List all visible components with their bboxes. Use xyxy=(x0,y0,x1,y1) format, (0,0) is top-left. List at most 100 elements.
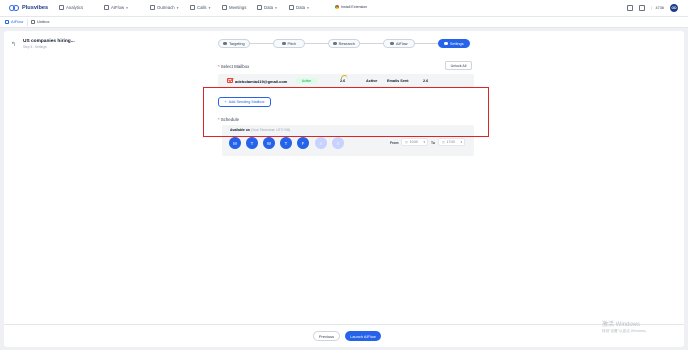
step-label: Research xyxy=(338,41,355,46)
tab-label: AIFlow xyxy=(11,19,24,24)
mailbox-state: Active xyxy=(366,78,378,83)
chevron-down-icon: ▾ xyxy=(275,5,277,10)
chevron-down-icon: ▾ xyxy=(126,5,128,10)
step-label: Targeting xyxy=(228,41,245,46)
mailbox-email: adebolamia419@gmail.com xyxy=(235,78,288,84)
step-research[interactable]: Research xyxy=(328,39,360,48)
step-targeting[interactable]: Targeting xyxy=(218,39,250,48)
day-toggle-tue[interactable]: T xyxy=(246,137,258,149)
mailbox-score: 2.6 xyxy=(340,78,346,83)
nav-analytics[interactable]: Analytics xyxy=(59,5,83,10)
nav-label: Analytics xyxy=(66,5,84,10)
logo-icon xyxy=(9,4,20,11)
nav-label: Calls xyxy=(197,5,207,10)
nav-label: Data xyxy=(264,5,274,10)
day-toggle-fri[interactable]: F xyxy=(297,137,309,149)
nav-aiflow[interactable]: AIFlow ▾ xyxy=(104,5,128,10)
chevron-down-icon: ▾ xyxy=(307,5,309,10)
chart-icon xyxy=(59,5,64,10)
right-nav: 4736 OD xyxy=(626,4,678,12)
day-toggle-mon[interactable]: M xyxy=(229,137,241,149)
to-label: To xyxy=(431,140,435,145)
windows-activation-watermark: 激活 Windows 转到"设置"以激活 Windows。 xyxy=(602,319,649,334)
to-time-value: 17:00 xyxy=(446,140,455,144)
tab-divider xyxy=(27,19,28,26)
launch-aiflow-button[interactable]: Launch AIFlow xyxy=(345,331,381,341)
emails-sent-value: 2.6 xyxy=(423,78,429,83)
bell-icon[interactable] xyxy=(626,5,633,11)
settings-card: ↰ US companies hiring... Step 5 - Settin… xyxy=(4,31,684,347)
unlock-all-button[interactable]: Unlock All xyxy=(445,61,472,70)
campaign-title: US companies hiring... xyxy=(23,39,75,44)
step-label: Pitch xyxy=(287,41,296,46)
sub-navbar: AIFlow Unibox xyxy=(0,17,688,28)
watermark-title: 激活 Windows xyxy=(602,322,641,328)
nav-meetings[interactable]: Meetings xyxy=(222,5,246,10)
emails-sent-label: Emails Sent xyxy=(387,78,409,83)
app-logo[interactable]: Plusvibes xyxy=(9,4,48,11)
tab-label: Unibox xyxy=(37,19,50,24)
status-badge: Active xyxy=(296,77,317,84)
credits-count: 4736 xyxy=(650,6,664,10)
app-name: Plusvibes xyxy=(22,4,49,11)
footer-divider xyxy=(4,324,684,325)
gmail-icon xyxy=(227,78,233,83)
chevron-down-icon: ▾ xyxy=(176,5,179,10)
day-toggle-wed[interactable]: W xyxy=(263,137,275,149)
send-icon xyxy=(150,5,155,10)
highlight-box xyxy=(203,87,489,137)
database-icon xyxy=(257,5,262,10)
pitch-icon xyxy=(282,41,286,46)
nav-data[interactable]: Data ▾ xyxy=(257,5,277,10)
mailbox-section-title: *Select Mailbox xyxy=(218,64,249,69)
day-toggle-sun[interactable]: S xyxy=(332,137,344,149)
step-aiflow[interactable]: AIFlow xyxy=(383,39,415,48)
step-pitch[interactable]: Pitch xyxy=(273,39,305,48)
inbox-icon xyxy=(31,19,35,24)
install-extension-link[interactable]: Install Extension xyxy=(335,5,367,9)
mailbox-row[interactable]: adebolamia419@gmail.com Active 2.6 Activ… xyxy=(218,74,474,87)
step-label: Settings xyxy=(449,41,464,46)
nav-outreach[interactable]: Outreach ▾ xyxy=(150,5,178,10)
previous-button[interactable]: Previous xyxy=(313,331,340,341)
chrome-icon xyxy=(335,5,339,9)
nav-data-2[interactable]: Data ▾ xyxy=(289,5,309,10)
database-icon xyxy=(289,5,294,10)
nav-calls[interactable]: Calls ▾ xyxy=(190,5,210,10)
flow-icon xyxy=(5,19,9,24)
calendar-icon xyxy=(222,5,227,10)
campaign-subtitle: Step 5 - Settings xyxy=(23,45,47,49)
from-label: From xyxy=(390,140,399,145)
install-label: Install Extension xyxy=(341,5,368,9)
research-icon xyxy=(333,41,337,46)
step-settings[interactable]: Settings xyxy=(438,39,470,48)
step-label: AIFlow xyxy=(395,41,408,46)
section-title-text: Select Mailbox xyxy=(220,64,250,69)
clock-icon: ◷ xyxy=(442,140,445,144)
to-time-select[interactable]: ◷ 17:00 ▾ xyxy=(438,138,465,146)
nav-label: AIFlow xyxy=(111,5,125,10)
chevron-down-icon: ▾ xyxy=(460,140,462,144)
phone-icon xyxy=(190,5,195,10)
nav-label: Data xyxy=(296,5,306,10)
top-navbar: Plusvibes Analytics AIFlow ▾ Outreach ▾ … xyxy=(0,0,688,17)
gear-icon[interactable] xyxy=(638,5,645,11)
chevron-down-icon: ▾ xyxy=(423,140,425,144)
target-icon xyxy=(223,41,227,46)
from-time-value: 10:00 xyxy=(409,140,418,144)
nav-label: Outreach xyxy=(157,5,175,10)
nav-label: Meetings xyxy=(229,5,247,10)
watermark-subtitle: 转到"设置"以激活 Windows。 xyxy=(602,329,649,333)
back-arrow-icon[interactable]: ↰ xyxy=(11,41,16,48)
flow-icon xyxy=(104,5,109,10)
day-toggle-thu[interactable]: T xyxy=(280,137,292,149)
tab-unibox[interactable]: Unibox xyxy=(31,19,49,24)
settings-icon xyxy=(444,41,448,46)
flow-icon xyxy=(390,41,394,46)
avatar[interactable]: OD xyxy=(670,4,678,12)
required-marker: * xyxy=(218,64,220,69)
day-toggle-sat[interactable]: S xyxy=(315,137,327,149)
chevron-down-icon: ▾ xyxy=(208,5,211,10)
from-time-select[interactable]: ◷ 10:00 ▾ xyxy=(401,138,428,146)
tab-aiflow[interactable]: AIFlow xyxy=(5,19,23,24)
